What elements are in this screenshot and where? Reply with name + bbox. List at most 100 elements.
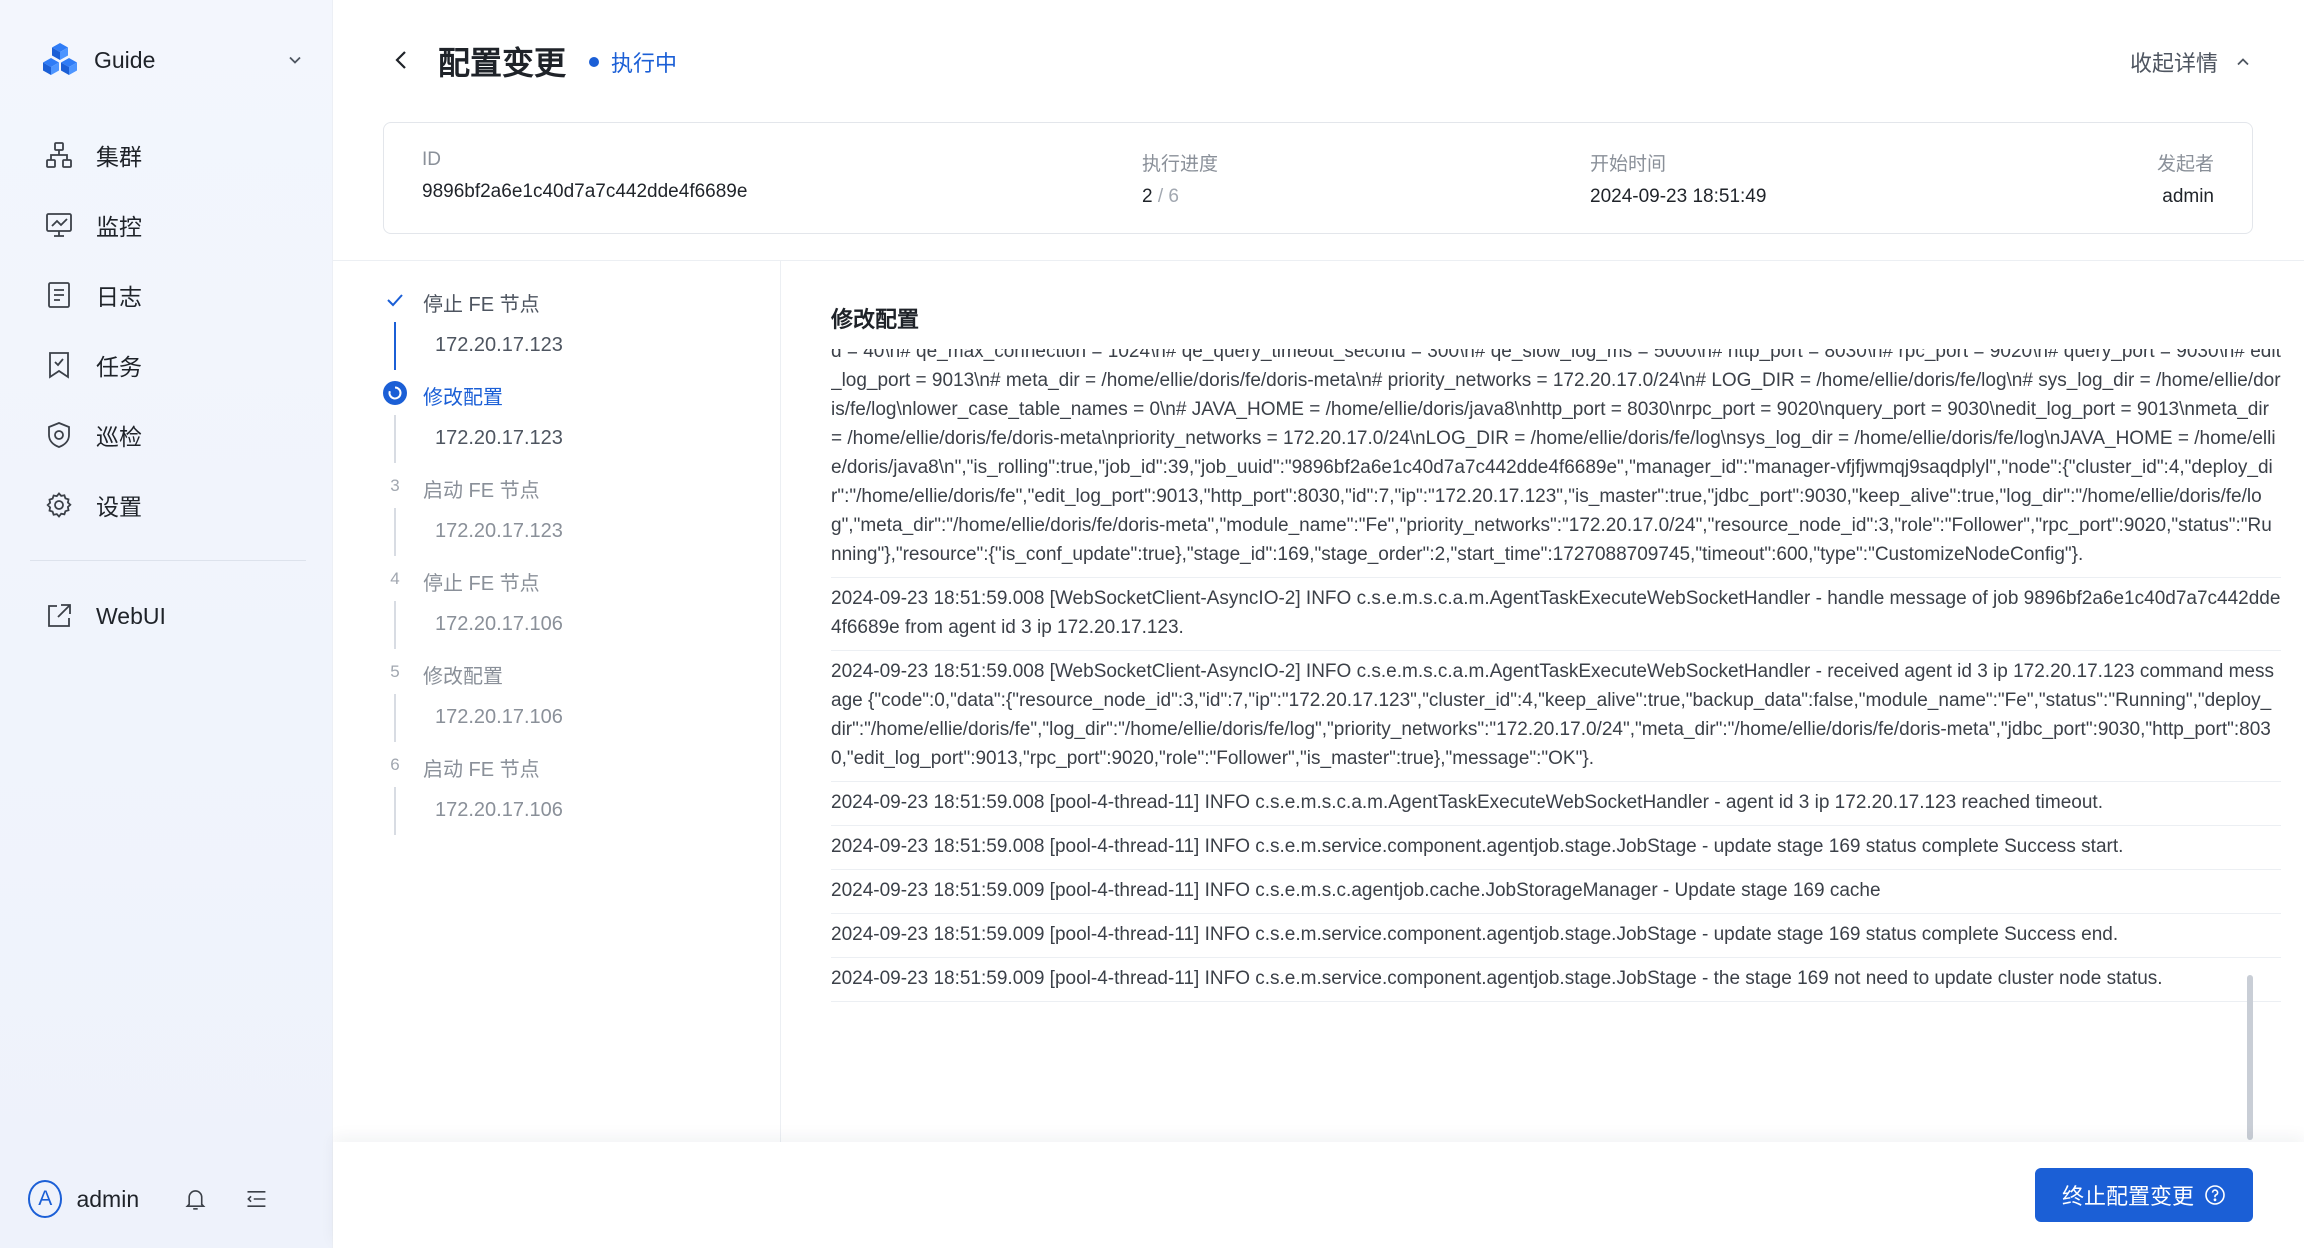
info-progress-value: 2 / 6 <box>1142 186 1179 207</box>
step-number: 6 <box>390 755 400 774</box>
step-title: 停止 FE 节点 <box>423 573 540 595</box>
sidebar-item-label: 任务 <box>96 354 142 380</box>
page-footer: 终止配置变更 <box>333 1142 2304 1248</box>
step-title: 启动 FE 节点 <box>423 480 540 502</box>
log-icon <box>48 282 70 308</box>
sidebar-item-label: 巡检 <box>96 424 142 450</box>
step-number: 4 <box>390 569 400 588</box>
sidebar-divider <box>30 560 306 561</box>
job-info-card: ID 9896bf2a6e1c40d7a7c442dde4f6689e 执行进度… <box>383 122 2253 234</box>
bell-icon[interactable] <box>182 1184 209 1214</box>
progress-current: 2 <box>1142 186 1153 207</box>
sidebar-item-monitor[interactable]: 监控 <box>30 190 306 260</box>
sidebar-nav: 集群 监控 日志 任务 巡检 设置 WebUI <box>30 120 306 651</box>
info-progress-label: 执行进度 <box>1142 154 1219 175</box>
status-badge: 执行中 <box>589 46 677 78</box>
sidebar-item-inspect[interactable]: 巡检 <box>30 400 306 470</box>
step-item[interactable]: 5 修改配置 172.20.17.106 <box>383 652 763 745</box>
brand-logo-icon <box>43 43 77 75</box>
step-ip: 172.20.17.106 <box>435 799 563 821</box>
step-item[interactable]: 停止 FE 节点 172.20.17.123 <box>383 280 763 373</box>
log-entry: 2024-09-23 18:51:59.008 [pool-4-thread-1… <box>831 826 2281 870</box>
page-header: 配置变更 执行中 收起详情 <box>333 30 2304 90</box>
step-done-marker <box>383 288 407 312</box>
step-connector <box>394 694 396 742</box>
loading-icon <box>388 386 402 400</box>
panel-divider <box>780 260 781 1142</box>
log-entry: 2024-09-23 18:51:59.008 [WebSocketClient… <box>831 651 2281 782</box>
help-circle-icon <box>2205 1185 2225 1205</box>
step-title: 修改配置 <box>423 387 503 409</box>
log-entry: 2024-09-23 18:51:59.008 [pool-4-thread-1… <box>831 782 2281 826</box>
step-active-marker <box>383 381 407 405</box>
inspect-icon <box>48 422 70 448</box>
collapse-label: 收起详情 <box>2129 51 2218 76</box>
step-ip: 172.20.17.106 <box>435 613 563 635</box>
status-text: 执行中 <box>611 51 678 76</box>
step-ip: 172.20.17.123 <box>435 520 563 542</box>
step-ip: 172.20.17.123 <box>435 334 563 356</box>
info-id-value: 9896bf2a6e1c40d7a7c442dde4f6689e <box>422 181 748 202</box>
section-divider <box>333 260 2304 261</box>
sidebar-footer: A admin <box>28 1176 304 1222</box>
step-item[interactable]: 4 停止 FE 节点 172.20.17.106 <box>383 559 763 652</box>
step-title: 修改配置 <box>423 666 503 688</box>
info-id: ID 9896bf2a6e1c40d7a7c442dde4f6689e <box>422 149 747 203</box>
step-connector <box>394 508 396 556</box>
step-item[interactable]: 6 启动 FE 节点 172.20.17.106 <box>383 745 763 838</box>
user-name[interactable]: admin <box>76 1186 182 1213</box>
log-entry: 2024-09-23 18:51:59.009 [pool-4-thread-1… <box>831 870 2281 914</box>
cluster-icon <box>46 142 72 168</box>
sidebar-item-label: 集群 <box>96 144 142 170</box>
log-panel[interactable]: d = 40\n# qe_max_connection = 1024\n# qe… <box>831 349 2291 1142</box>
sidebar-item-label: 日志 <box>96 284 142 310</box>
steps-list: 停止 FE 节点 172.20.17.123 修改配置 172.20.17.12… <box>383 280 763 838</box>
log-scrollbar[interactable] <box>2247 975 2253 1140</box>
step-number: 5 <box>390 662 400 681</box>
info-progress: 执行进度 2 / 6 <box>1142 149 1218 208</box>
info-initiator-value: admin <box>2162 186 2214 207</box>
sidebar: Guide 集群 监控 日志 任务 巡检 设置 WebUI A admin <box>0 0 333 1248</box>
sidebar-item-settings[interactable]: 设置 <box>30 470 306 540</box>
stop-button-label: 终止配置变更 <box>2061 1184 2194 1209</box>
info-id-label: ID <box>422 149 441 170</box>
avatar[interactable]: A <box>28 1180 63 1218</box>
sidebar-item-webui[interactable]: WebUI <box>30 581 306 651</box>
step-item[interactable]: 3 启动 FE 节点 172.20.17.123 <box>383 466 763 559</box>
sidebar-item-task[interactable]: 任务 <box>30 330 306 400</box>
log-entry: d = 40\n# qe_max_connection = 1024\n# qe… <box>831 349 2281 578</box>
step-item[interactable]: 修改配置 172.20.17.123 <box>383 373 763 466</box>
sidebar-item-log[interactable]: 日志 <box>30 260 306 330</box>
sidebar-item-cluster[interactable]: 集群 <box>30 120 306 190</box>
chevron-up-icon <box>2237 58 2249 66</box>
info-start-time: 开始时间 2024-09-23 18:51:49 <box>1590 149 1766 208</box>
progress-total: 6 <box>1168 186 1179 207</box>
collapse-details-button[interactable]: 收起详情 <box>2130 46 2254 78</box>
stop-config-change-button[interactable]: 终止配置变更 <box>2035 1168 2253 1222</box>
back-arrow-icon[interactable] <box>388 46 416 74</box>
external-link-icon <box>48 604 71 627</box>
main-content: 配置变更 执行中 收起详情 ID 9896bf2a6e1c40d7a7c442d… <box>333 0 2304 1248</box>
info-initiator: 发起者 admin <box>2157 149 2214 208</box>
step-title: 停止 FE 节点 <box>423 294 540 316</box>
page-title: 配置变更 <box>438 45 567 81</box>
brand-name: Guide <box>94 46 156 73</box>
step-title: 启动 FE 节点 <box>423 759 540 781</box>
sidebar-item-label: WebUI <box>96 602 166 629</box>
info-start-value: 2024-09-23 18:51:49 <box>1590 186 1767 207</box>
status-dot <box>589 57 599 67</box>
workspace-switcher[interactable]: Guide <box>40 38 306 82</box>
step-number: 3 <box>390 476 400 495</box>
settings-icon <box>46 492 72 518</box>
step-ip: 172.20.17.123 <box>435 427 563 449</box>
log-entry: 2024-09-23 18:51:59.009 [pool-4-thread-1… <box>831 914 2281 958</box>
task-icon <box>49 352 69 379</box>
step-connector <box>394 787 396 835</box>
step-connector <box>394 322 396 370</box>
sidebar-item-label: 监控 <box>96 214 142 240</box>
info-initiator-label: 发起者 <box>2156 154 2214 175</box>
info-start-label: 开始时间 <box>1590 154 1667 175</box>
log-title: 修改配置 <box>831 307 920 332</box>
chevron-down-icon <box>289 56 301 64</box>
collapse-menu-icon[interactable] <box>243 1184 270 1214</box>
